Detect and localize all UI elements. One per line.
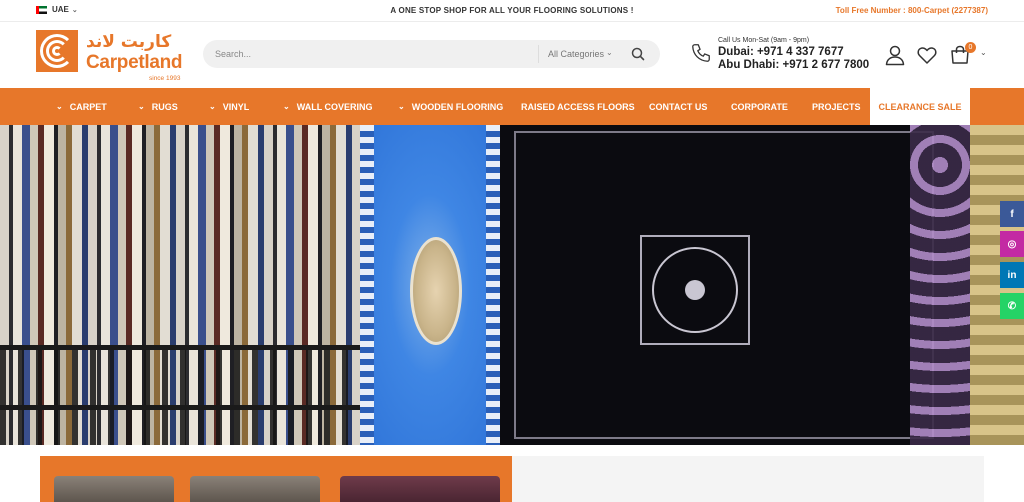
rug-border: [360, 125, 374, 445]
bench-shape: [54, 476, 174, 502]
blue-rug-image: [360, 125, 500, 445]
promo-panel: [512, 456, 984, 502]
dark-rug-image: [500, 125, 970, 445]
hero-banner[interactable]: [0, 125, 1024, 445]
heart-icon: [917, 47, 937, 64]
rug-floral-border: [910, 125, 970, 445]
rack-bar: [0, 405, 360, 410]
chevron-down-icon: ⌄: [398, 102, 405, 111]
bench-shape: [190, 476, 320, 502]
chevron-down-icon: ⌄: [606, 48, 613, 57]
top-bar: UAE ⌄ A ONE STOP SHOP FOR ALL YOUR FLOOR…: [0, 0, 1024, 22]
chevron-down-icon: ⌄: [138, 102, 145, 111]
nav-item-corporate[interactable]: CORPORATE: [731, 88, 788, 125]
nav-label: CARPET: [69, 101, 107, 112]
nav-label: RAISED ACCESS FLOORS: [521, 101, 635, 112]
chevron-down-icon: ⌄: [283, 102, 290, 111]
main-nav: ⌄ CARPET ⌄ RUGS ⌄ VINYL ⌄ WALL COVERING …: [0, 88, 1024, 125]
bench-shape: [340, 476, 500, 502]
rack-bar: [0, 345, 360, 350]
logo-name: Carpetland: [86, 52, 183, 73]
nav-item-carpet[interactable]: ⌄ CARPET: [56, 88, 107, 125]
logo-arabic-text: كاربت لاند: [86, 32, 172, 52]
instagram-icon[interactable]: ◎: [1000, 231, 1024, 257]
cart-count-badge: 0: [965, 42, 976, 53]
nav-label: VINYL: [222, 101, 250, 112]
nav-label: WOODEN FLOORING: [411, 101, 504, 112]
chevron-down-icon: ⌄: [56, 102, 63, 111]
display-rack: [0, 345, 360, 445]
whatsapp-icon[interactable]: ✆: [1000, 293, 1024, 319]
phone-abu-dhabi[interactable]: Abu Dhabi: +971 2 677 7800: [718, 59, 869, 71]
nav-item-wooden-flooring[interactable]: ⌄ WOODEN FLOORING: [398, 88, 503, 125]
logo-since: since 1993: [149, 75, 181, 82]
search-button[interactable]: [628, 44, 648, 64]
chevron-down-icon[interactable]: ⌄: [980, 48, 987, 57]
user-icon: [885, 45, 905, 66]
promo-image[interactable]: [40, 456, 512, 502]
search-divider: [538, 45, 539, 63]
nav-item-raised-access-floors[interactable]: RAISED ACCESS FLOORS: [521, 88, 635, 125]
nav-label: WALL COVERING: [296, 101, 373, 112]
linkedin-icon[interactable]: in: [1000, 262, 1024, 288]
nav-item-clearance-sale[interactable]: CLEARANCE SALE: [870, 88, 970, 125]
nav-item-wall-covering[interactable]: ⌄ WALL COVERING: [283, 88, 373, 125]
nav-item-vinyl[interactable]: ⌄ VINYL: [209, 88, 249, 125]
nav-item-rugs[interactable]: ⌄ RUGS: [138, 88, 178, 125]
nav-item-contact-us[interactable]: CONTACT US: [649, 88, 707, 125]
phone-icon: [692, 44, 710, 62]
search-icon: [631, 47, 645, 61]
account-button[interactable]: [884, 44, 906, 66]
logo-mark-icon: [36, 30, 78, 72]
logo[interactable]: كاربت لاند Carpetland since 1993: [36, 30, 188, 82]
nav-label: CORPORATE: [731, 101, 788, 112]
facebook-icon[interactable]: f: [1000, 201, 1024, 227]
nav-label: RUGS: [151, 101, 178, 112]
rug-border: [486, 125, 500, 445]
search-bar: All Categories ⌄: [203, 40, 660, 68]
rug-center-dot: [685, 280, 705, 300]
chevron-down-icon: ⌄: [209, 102, 216, 111]
header: كاربت لاند Carpetland since 1993 All Cat…: [0, 22, 1024, 88]
contact-hours: Call Us Mon-Sat (9am - 9pm): [718, 37, 810, 44]
phone-dubai[interactable]: Dubai: +971 4 337 7677: [718, 46, 844, 58]
search-input[interactable]: [215, 40, 535, 68]
tollfree-number[interactable]: Toll Free Number : 800-Carpet (2277387): [836, 6, 988, 15]
rug-medallion: [410, 237, 462, 345]
wishlist-button[interactable]: [916, 44, 938, 66]
category-select[interactable]: All Categories: [548, 49, 604, 59]
nav-label: CONTACT US: [649, 101, 708, 112]
featured-section: [0, 445, 1024, 502]
nav-item-projects[interactable]: PROJECTS: [812, 88, 861, 125]
nav-label: PROJECTS: [812, 101, 861, 112]
contact-info: Call Us Mon-Sat (9am - 9pm) Dubai: +971 …: [690, 34, 870, 74]
